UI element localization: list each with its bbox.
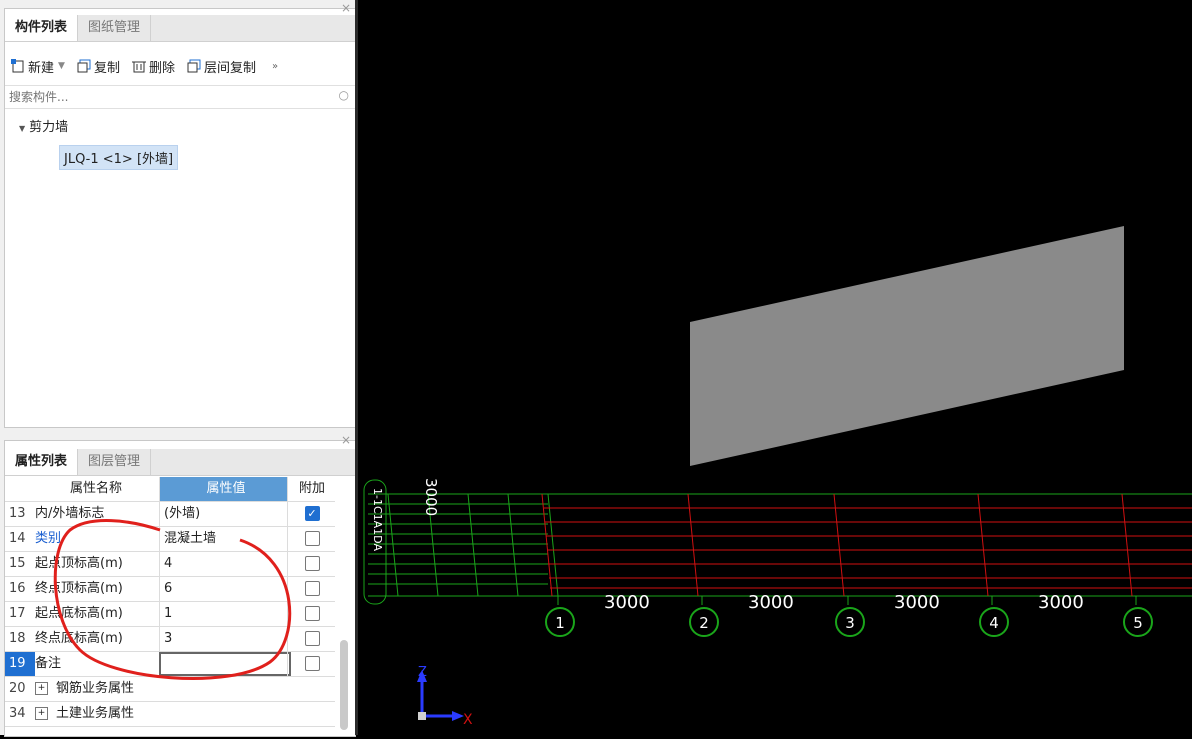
dimension-label: 3000 — [748, 592, 794, 613]
3d-viewport[interactable]: 1-1C1A1DA 3000 3000 3000 3000 3000 1 2 3… — [358, 0, 1192, 735]
left-dimension: 3000 — [422, 478, 440, 516]
axis-gizmo: Z X — [417, 665, 473, 728]
axis-x-label: X — [463, 712, 473, 728]
annotation-circle — [53, 519, 292, 681]
axis-z-label: Z — [418, 665, 427, 680]
left-axis-labels: 1-1C1A1DA — [371, 488, 384, 551]
axis-label: 1 — [555, 614, 565, 632]
axis-label: 5 — [1133, 614, 1143, 632]
red-grid — [541, 493, 1192, 597]
left-sidebar: × 构件列表 图纸管理 新建 ▼ 复制 删除 层间复制 » 搜索构件... ○ … — [0, 0, 356, 737]
dimension-label: 3000 — [894, 592, 940, 613]
viewport-canvas[interactable]: 1-1C1A1DA 3000 3000 3000 3000 3000 1 2 3… — [358, 0, 1192, 735]
dimension-label: 3000 — [1038, 592, 1084, 613]
dimension-label: 3000 — [604, 592, 650, 613]
axis-label: 4 — [989, 614, 999, 632]
axis-label: 2 — [699, 614, 709, 632]
axis-label: 3 — [845, 614, 855, 632]
wall-panel[interactable] — [690, 226, 1124, 466]
